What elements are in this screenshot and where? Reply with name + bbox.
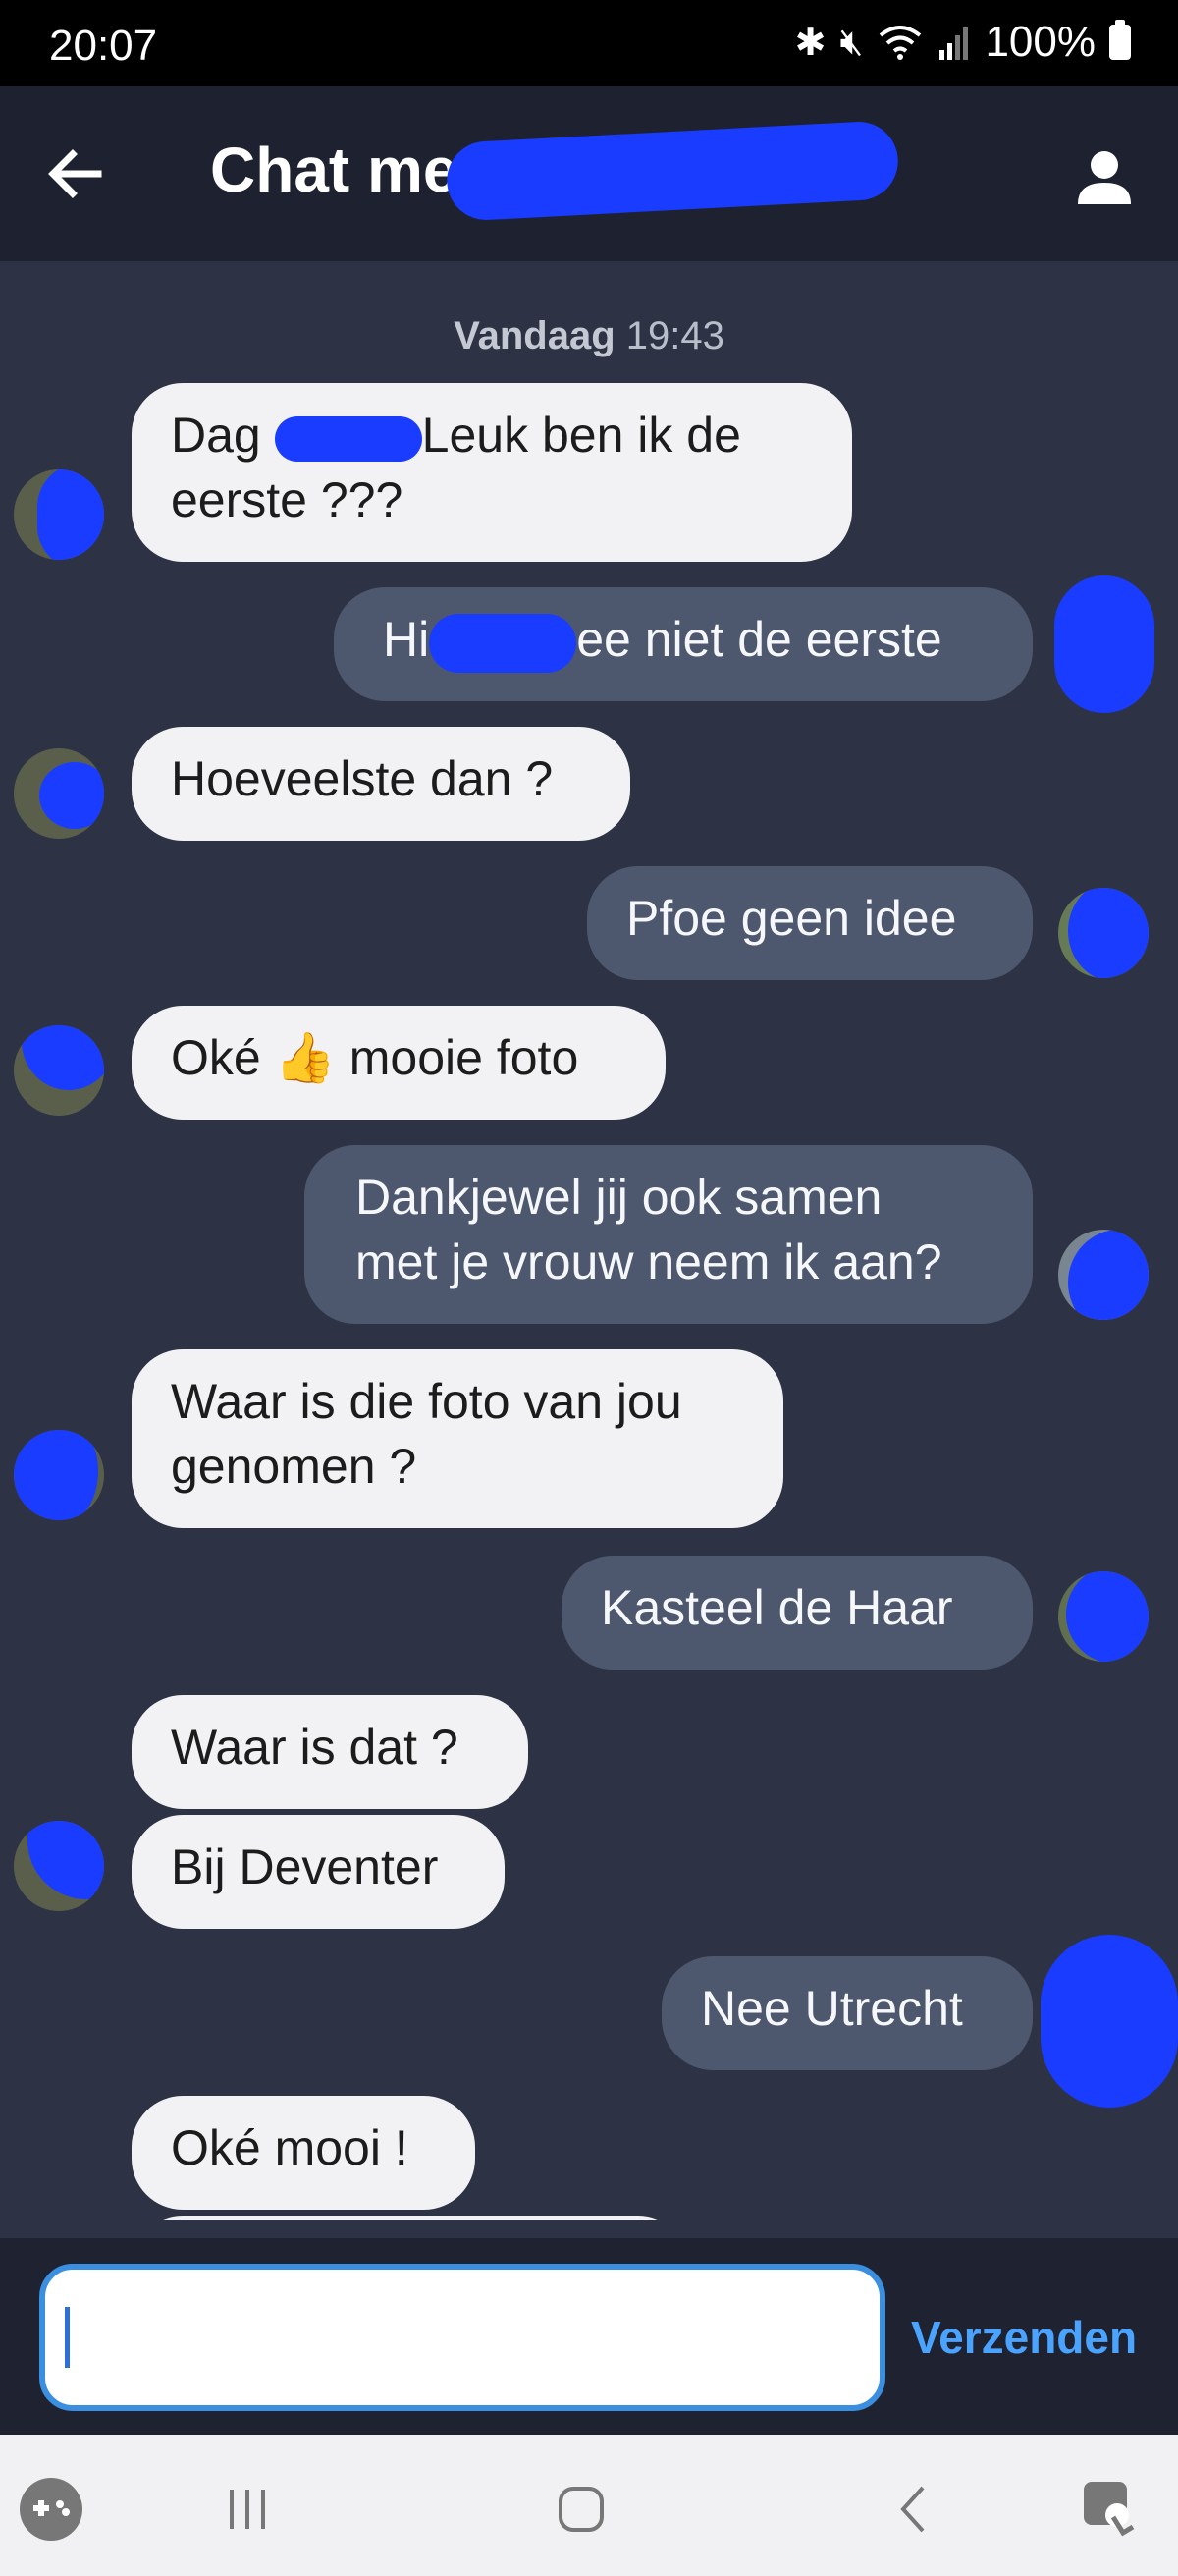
avatar[interactable] [14,1821,104,1911]
outgoing-message[interactable]: Dankjewel jij ook samen met je vrouw neem… [304,1145,1033,1324]
incoming-message[interactable]: Waar is die foto van jou genomen ? [132,1349,783,1528]
mute-icon: 🔇︎ [839,21,864,63]
chat-title: Chat met [210,135,479,205]
date-day: Vandaag [454,314,616,357]
redaction-mark [445,120,900,222]
wifi-icon [880,26,922,60]
recent-apps-button[interactable] [208,2470,287,2549]
status-time: 20:07 [49,22,158,70]
back-icon [900,2486,925,2533]
incoming-message-partial[interactable] [132,2216,689,2220]
text-caret [65,2307,70,2368]
battery-percent: 100% [985,18,1096,66]
message-input[interactable] [39,2264,885,2411]
home-icon [559,2487,604,2532]
incoming-message[interactable]: Dag Leuk ben ik de eerste ??? [132,383,852,562]
person-icon [1078,151,1131,204]
avatar[interactable] [14,748,104,839]
avatar[interactable] [1054,575,1154,713]
game-launcher-button[interactable] [12,2470,90,2549]
avatar[interactable] [14,1025,104,1116]
message-composer: Verzenden [0,2238,1178,2435]
date-separator: Vandaag 19:43 [0,314,1178,358]
date-time: 19:43 [625,314,724,357]
send-button[interactable]: Verzenden [911,2311,1137,2364]
status-bar: 20:07 ✱ 🔇︎ 100% [0,0,1178,86]
avatar[interactable] [1041,1935,1178,2108]
system-nav-bar [0,2435,1178,2576]
incoming-message[interactable]: Oké 👍 mooie foto [132,1006,666,1120]
recent-apps-icon [230,2490,265,2529]
avatar[interactable] [1058,1571,1149,1662]
message-list[interactable]: Vandaag 19:43 Dag Leuk ben ik de eerste ?… [0,261,1178,2220]
avatar[interactable] [14,469,104,560]
back-nav-button[interactable] [876,2470,954,2549]
incoming-message[interactable]: Bij Deventer [132,1815,505,1929]
avatar[interactable] [14,1430,104,1520]
chat-header: Chat met [0,86,1178,261]
arrow-left-icon [48,149,102,198]
outgoing-message[interactable]: Hi ee niet de eerste [334,587,1033,701]
signal-icon [939,27,969,60]
back-button[interactable] [41,139,110,208]
home-button[interactable] [542,2470,620,2549]
incoming-message[interactable]: Hoeveelste dan ? [132,727,630,841]
accessibility-icon [1084,2482,1135,2537]
bluetooth-icon: ✱ [794,22,827,64]
avatar[interactable] [1058,1230,1149,1320]
incoming-message[interactable]: Waar is dat ? [132,1695,528,1809]
game-launcher-icon [20,2478,82,2541]
status-icons: ✱ 🔇︎ 100% [795,18,1131,67]
battery-icon [1109,20,1131,60]
profile-button[interactable] [1070,143,1139,212]
incoming-message[interactable]: Oké mooi ! [132,2096,475,2210]
outgoing-message[interactable]: Nee Utrecht [662,1956,1033,2070]
avatar[interactable] [1058,888,1149,978]
outgoing-message[interactable]: Kasteel de Haar [562,1556,1033,1670]
accessibility-button[interactable] [1072,2470,1151,2549]
outgoing-message[interactable]: Pfoe geen idee [587,866,1033,980]
